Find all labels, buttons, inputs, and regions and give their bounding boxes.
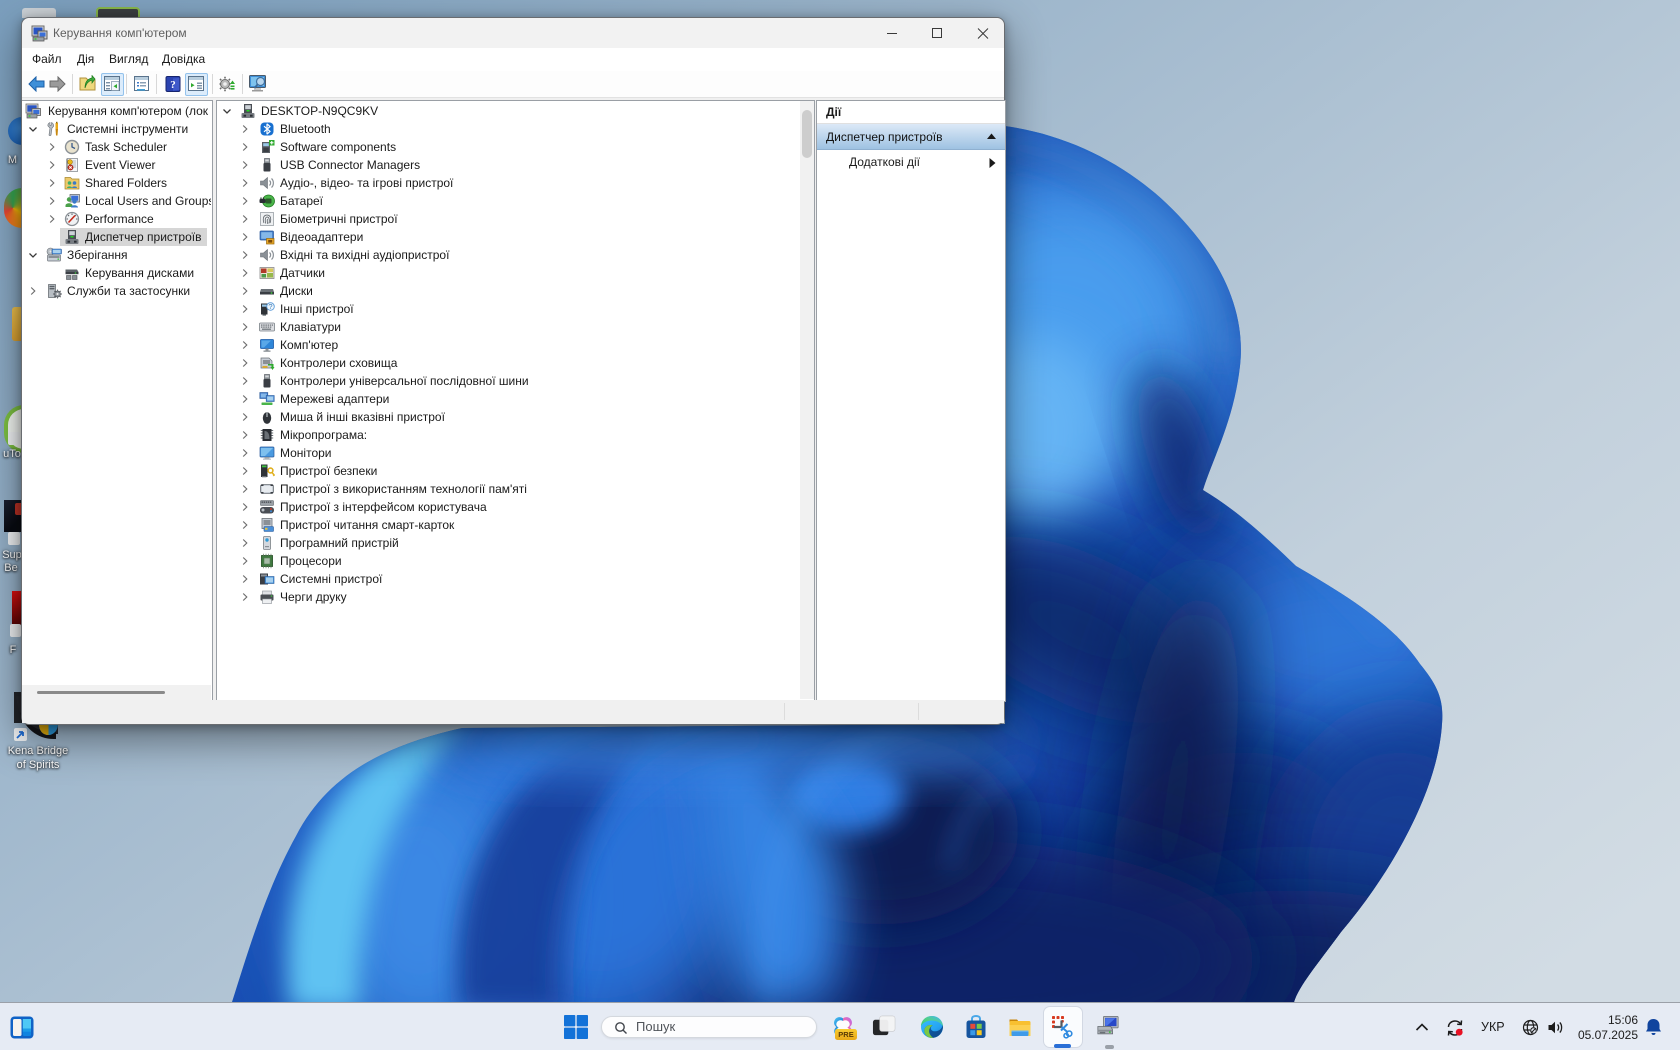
svg-text:?: ? (268, 302, 272, 311)
svg-text:?: ? (170, 79, 176, 91)
